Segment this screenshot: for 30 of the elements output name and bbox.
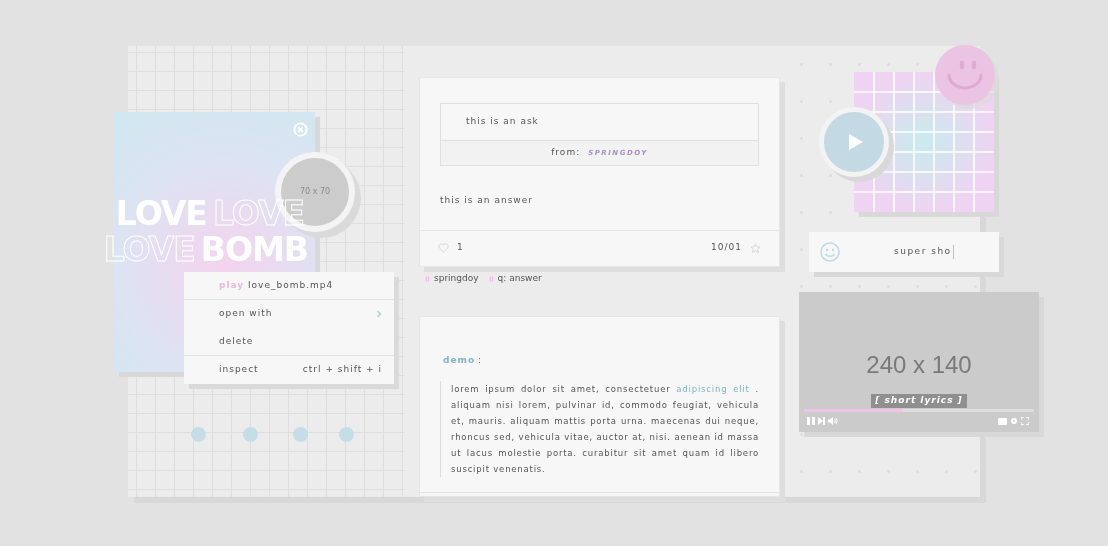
star-icon[interactable] [750,242,761,254]
post-heading: demo [443,354,476,367]
pause-icon[interactable] [807,417,815,425]
menu-item[interactable]: inspect ctrl + shift + i [184,356,394,384]
progress-track[interactable] [804,409,1034,412]
settings-icon[interactable] [1010,417,1018,425]
captions-icon[interactable] [998,417,1007,425]
heart-icon[interactable] [438,243,449,253]
fullscreen-icon[interactable] [1021,417,1029,425]
menu-item[interactable]: open with [184,300,394,328]
menu-item[interactable]: delete [184,328,394,356]
from-label: from: [551,146,581,160]
size-label: 240 x 140 [865,350,973,380]
smiley-icon [820,242,840,262]
answer-text: this is an answer [440,194,534,207]
hash-icon [488,275,494,282]
post-body-text: lorem ipsum dolor sit amet, consectetuer adipiscing elit . aliquam nisi lorem, pulvinar id, commodo feugiat, vehicula et, mauris. aliquam mattis porta urna. maecenas dui neque, rhoncus sed, vehicula vitae, auctor at, nisi. aenean id massa ut lacus molestie porta. curabitur sit amet quam id libero suscipit venenatis. [440,380,759,477]
skip-icon[interactable] [818,417,825,425]
heading-colon: : [478,354,483,367]
volume-icon[interactable] [828,417,838,425]
play-icon [848,134,863,150]
post-date: 10/01 [711,241,742,255]
like-count: 1 [457,241,464,255]
menu-item[interactable]: play love_bomb.mp4 [184,272,394,300]
tag-link[interactable]: q: answer [497,272,542,286]
tag-link[interactable]: springdoy [434,272,479,286]
lyrics-text: [ short lyrics ] [871,394,967,408]
chevron-right-icon [376,310,382,318]
close-icon[interactable] [293,122,308,137]
hash-icon [425,275,430,282]
